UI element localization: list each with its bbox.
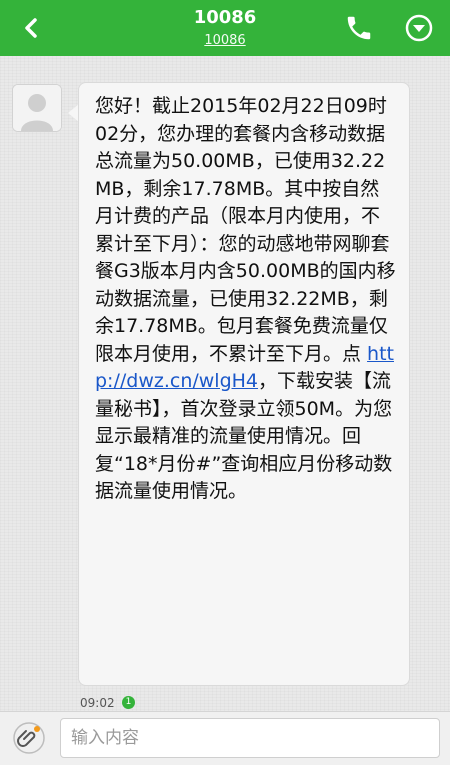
call-button[interactable]	[344, 13, 378, 43]
message-input[interactable]	[60, 718, 440, 758]
default-avatar-icon	[13, 85, 61, 131]
message-text: 您好！截止2015年02月22日09时02分，您办理的套餐内含移动数据总流量为5…	[95, 95, 396, 365]
contact-title: 10086	[193, 7, 257, 28]
contact-number[interactable]: 10086	[0, 33, 450, 48]
message-time: 09:02	[80, 696, 115, 710]
menu-button[interactable]	[404, 13, 434, 43]
top-bar: 10086 10086	[0, 0, 450, 56]
status-badge: 1	[122, 696, 135, 709]
attach-button[interactable]	[8, 722, 50, 754]
chevron-down-circle-icon	[405, 14, 433, 42]
message-bubble[interactable]: 您好！截止2015年02月22日09时02分，您办理的套餐内含移动数据总流量为5…	[78, 82, 410, 686]
composer-bar	[0, 711, 450, 765]
phone-icon	[347, 16, 371, 40]
avatar[interactable]	[12, 84, 62, 132]
paperclip-icon	[13, 722, 45, 754]
